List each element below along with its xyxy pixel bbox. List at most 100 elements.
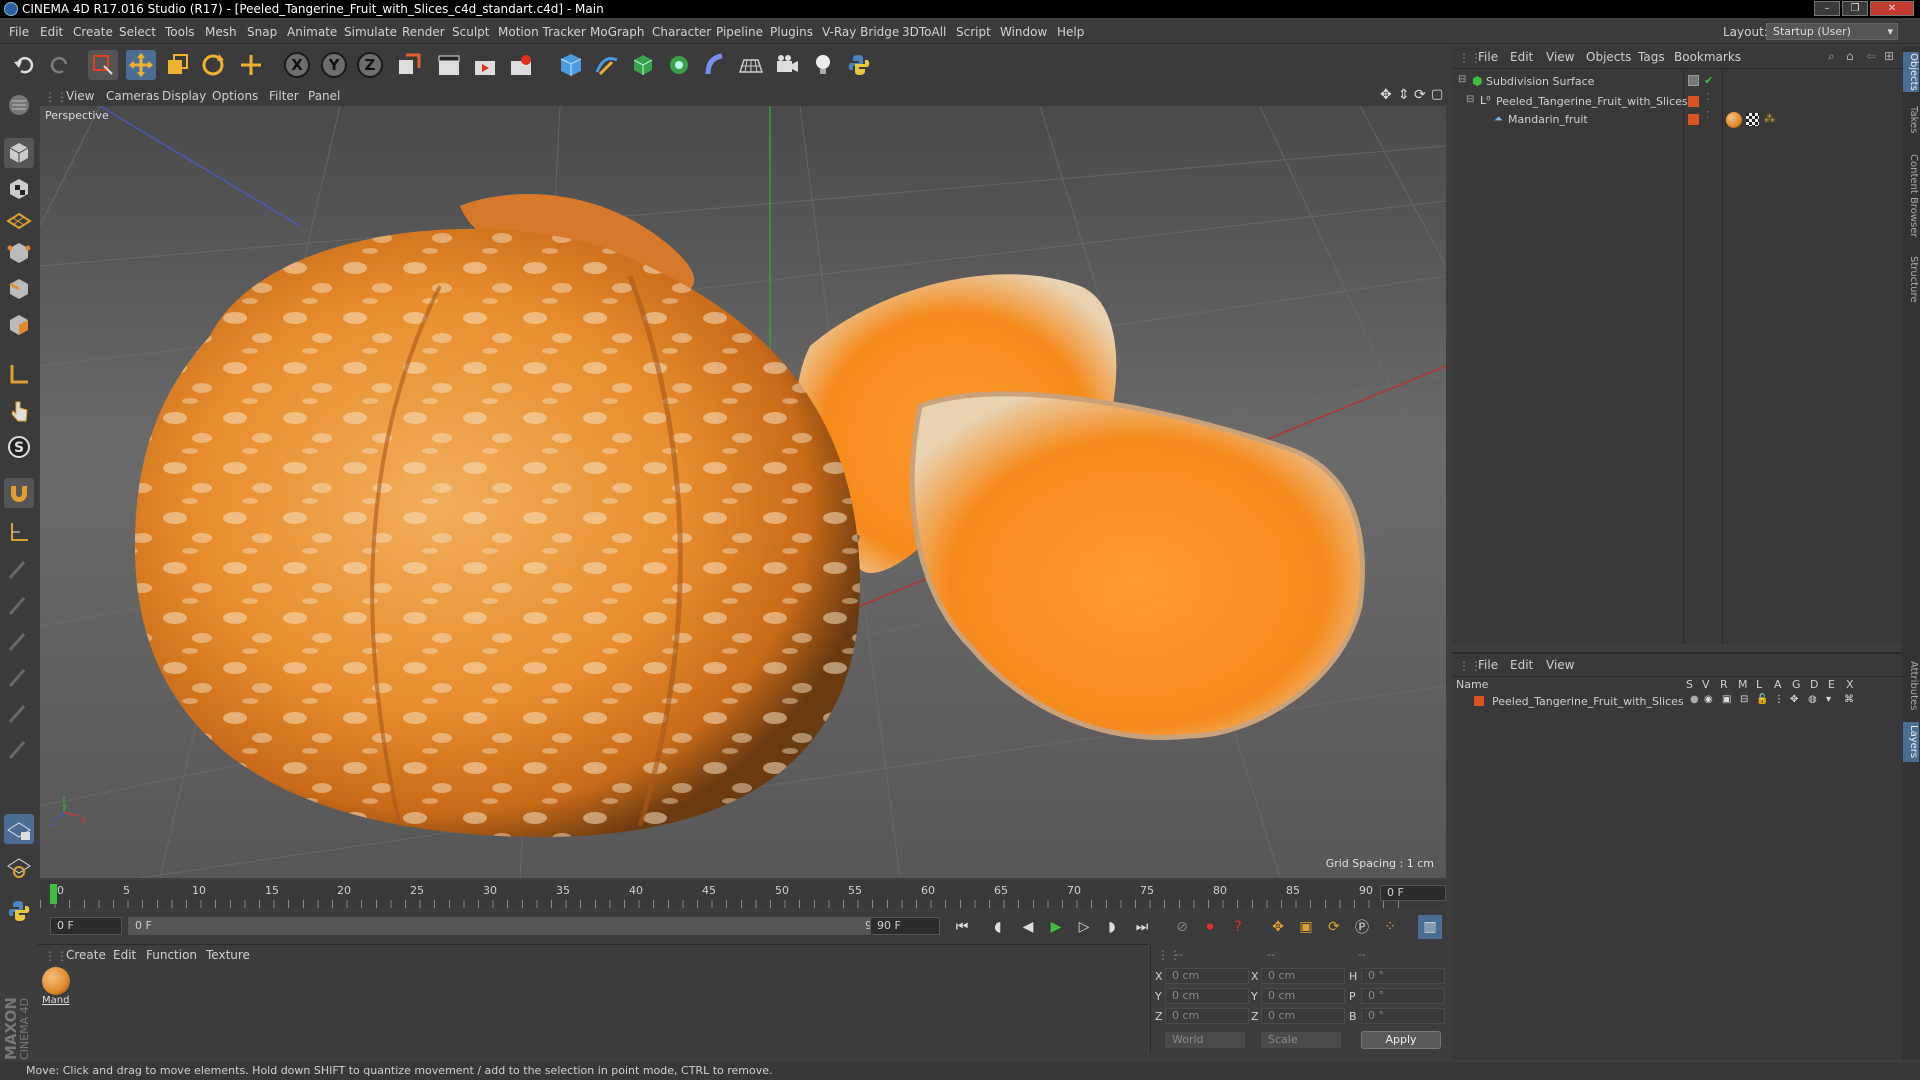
menu-motion-tracker[interactable]: Motion Tracker xyxy=(498,25,586,39)
tweak-mode-button[interactable] xyxy=(4,396,34,426)
redo-button[interactable] xyxy=(44,50,74,80)
rotation-b-field[interactable]: 0 ° xyxy=(1361,1008,1445,1024)
render-picture-viewer-button[interactable] xyxy=(470,50,500,80)
size-z-field[interactable]: 0 cm xyxy=(1261,1008,1345,1024)
previous-frame-button[interactable]: ◀ xyxy=(1016,915,1040,939)
live-selection-button[interactable] xyxy=(88,50,118,80)
python-button[interactable] xyxy=(844,50,874,80)
sculpt-brush-button-3[interactable] xyxy=(4,626,34,656)
solo-icon[interactable]: ● xyxy=(1690,694,1699,705)
material-menu-texture[interactable]: Texture xyxy=(206,948,250,962)
viewport-move-icon[interactable]: ✥ xyxy=(1380,87,1392,103)
viewport-maximize-icon[interactable]: ▢ xyxy=(1431,87,1443,102)
viewport-menu-filter[interactable]: Filter xyxy=(269,89,299,103)
menu-select[interactable]: Select xyxy=(119,25,156,39)
new-panel-icon[interactable]: ⊞ xyxy=(1884,49,1894,63)
back-icon[interactable]: ⇦ xyxy=(1866,49,1876,63)
viewport-zoom-icon[interactable]: ⇕ xyxy=(1398,87,1410,103)
position-z-field[interactable]: 0 cm xyxy=(1165,1008,1249,1024)
object-menu-view[interactable]: View xyxy=(1546,50,1574,64)
menu-sculpt[interactable]: Sculpt xyxy=(452,25,489,39)
layer-color-swatch[interactable] xyxy=(1688,114,1699,125)
light-button[interactable] xyxy=(808,50,838,80)
viewport-menu-view[interactable]: View xyxy=(66,89,94,103)
record-position-button[interactable]: ✥ xyxy=(1266,915,1290,939)
snap-button[interactable]: S xyxy=(4,432,34,462)
object-row-subdivision-surface[interactable]: ⊟ ⬢ Subdivision Surface ✔ xyxy=(1452,74,1902,92)
object-menu-tags[interactable]: Tags xyxy=(1638,50,1665,64)
current-frame-field[interactable]: 0 F xyxy=(1380,885,1446,901)
sculpt-brush-button-5[interactable] xyxy=(4,698,34,728)
coordinate-system-button[interactable] xyxy=(394,50,424,80)
layer-menu-view[interactable]: View xyxy=(1546,658,1574,672)
size-x-field[interactable]: 0 cm xyxy=(1261,968,1345,984)
model-mode-button[interactable] xyxy=(4,138,34,168)
expression-icon[interactable]: ▾ xyxy=(1826,694,1831,705)
home-icon[interactable]: ⌂ xyxy=(1846,49,1854,63)
workplane-button[interactable] xyxy=(4,202,34,232)
menu-3dtoall[interactable]: 3DToAll xyxy=(902,25,946,39)
layer-menu-edit[interactable]: Edit xyxy=(1510,658,1533,672)
move-tool-button[interactable] xyxy=(126,50,156,80)
viewport-rotate-icon[interactable]: ⟳ xyxy=(1414,87,1426,103)
material-swatch[interactable]: Mand xyxy=(42,967,72,1009)
go-to-start-button[interactable]: ⏮ xyxy=(950,915,974,939)
menu-plugins[interactable]: Plugins xyxy=(770,25,813,39)
subdivision-surface-button[interactable] xyxy=(628,50,658,80)
record-pla-button[interactable]: ⁘ xyxy=(1378,915,1402,939)
frame-range-slider[interactable]: 0 F 90 F xyxy=(128,917,904,935)
tab-objects[interactable]: Objects xyxy=(1903,52,1919,92)
menu-create[interactable]: Create xyxy=(73,25,113,39)
autokey-button[interactable]: ? xyxy=(1226,915,1250,939)
viewport-menu-options[interactable]: Options xyxy=(212,89,258,103)
3d-viewport[interactable]: Y X Z Perspective Grid Spacing : 1 cm xyxy=(40,106,1446,878)
menu-character[interactable]: Character xyxy=(652,25,711,39)
manager-icon[interactable]: ⊟ xyxy=(1740,694,1748,705)
layer-menu-file[interactable]: File xyxy=(1478,658,1498,672)
edges-mode-button[interactable] xyxy=(4,274,34,304)
tab-structure[interactable]: Structure xyxy=(1903,252,1919,306)
viewport-menu-panel[interactable]: Panel xyxy=(308,89,340,103)
sculpt-brush-button-6[interactable] xyxy=(4,734,34,764)
menu-pipeline[interactable]: Pipeline xyxy=(716,25,763,39)
start-frame-field[interactable]: 0 F xyxy=(50,917,122,935)
record-rotation-button[interactable]: ⟳ xyxy=(1322,915,1346,939)
uvw-tag-checker-icon[interactable] xyxy=(1746,113,1759,126)
render-settings-button[interactable] xyxy=(506,50,536,80)
rotation-h-field[interactable]: 0 ° xyxy=(1361,968,1445,984)
material-menu-function[interactable]: Function xyxy=(146,948,197,962)
render-clapboard-icon[interactable]: ▣ xyxy=(1722,694,1731,705)
rotation-p-field[interactable]: 0 ° xyxy=(1361,988,1445,1004)
scale-tool-button[interactable] xyxy=(162,50,192,80)
menu-script[interactable]: Script xyxy=(956,25,991,39)
previous-key-button[interactable]: ◖ xyxy=(986,915,1010,939)
enabled-checkmark-icon[interactable]: ✔ xyxy=(1704,74,1713,87)
maximize-button[interactable]: ❐ xyxy=(1842,1,1868,16)
next-key-button[interactable]: ◗ xyxy=(1100,915,1124,939)
menu-mesh[interactable]: Mesh xyxy=(205,25,237,39)
menu-window[interactable]: Window xyxy=(1000,25,1047,39)
layer-color-swatch[interactable] xyxy=(1688,96,1699,107)
lock-icon[interactable]: 🔓 xyxy=(1756,694,1768,705)
xref-icon[interactable]: ⌘ xyxy=(1844,694,1854,705)
tab-content-browser[interactable]: Content Browser xyxy=(1903,146,1919,246)
tab-attributes[interactable]: Attributes xyxy=(1903,656,1919,716)
layout-select[interactable]: Startup (User) ▾ xyxy=(1766,23,1898,40)
rotate-tool-button[interactable] xyxy=(198,50,228,80)
collapse-icon[interactable]: ⊟ xyxy=(1458,74,1466,85)
menu-vray-bridge[interactable]: V-Ray Bridge xyxy=(822,25,899,39)
apply-button[interactable]: Apply xyxy=(1361,1031,1441,1049)
animation-icon[interactable]: ⋮ xyxy=(1774,694,1784,705)
timeline-ruler[interactable]: 0 5 10 15 20 25 30 35 40 45 50 55 60 65 … xyxy=(40,880,1446,910)
tab-takes[interactable]: Takes xyxy=(1903,102,1919,138)
render-view-button[interactable] xyxy=(434,50,464,80)
object-row-peeled-tangerine[interactable]: ⊟ L⁰ Peeled_Tangerine_Fruit_with_Slices … xyxy=(1452,92,1902,112)
sculpt-brush-button-1[interactable] xyxy=(4,554,34,584)
size-mode-select[interactable]: Scale xyxy=(1261,1032,1341,1048)
menu-render[interactable]: Render xyxy=(402,25,445,39)
layer-color-swatch[interactable] xyxy=(1474,696,1484,706)
record-scale-button[interactable]: ▣ xyxy=(1294,915,1318,939)
minimize-button[interactable]: – xyxy=(1814,1,1840,16)
menu-help[interactable]: Help xyxy=(1057,25,1084,39)
spline-pen-button[interactable] xyxy=(592,50,622,80)
